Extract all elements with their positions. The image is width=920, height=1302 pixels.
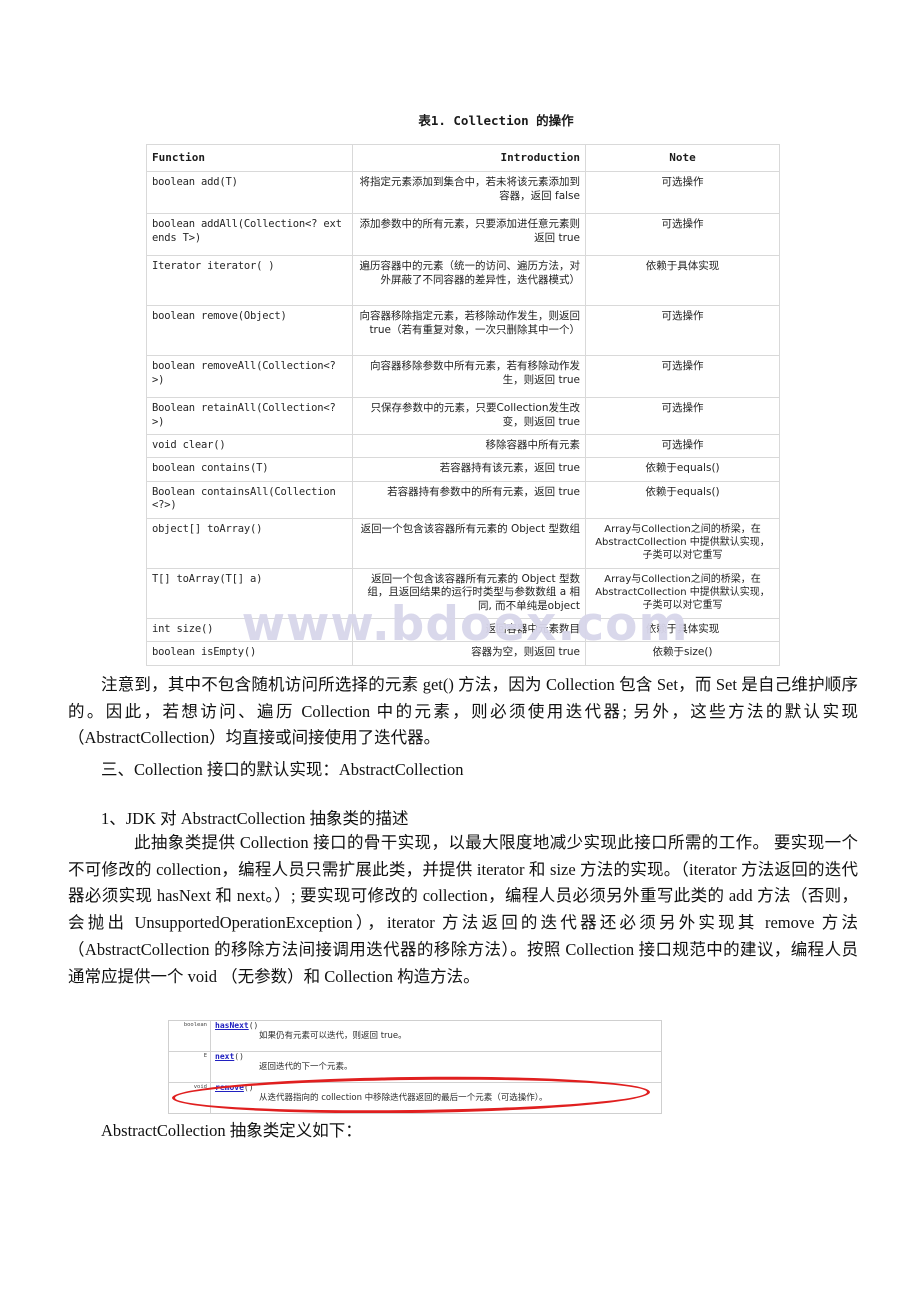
table-row: object[] toArray() 返回一个包含该容器所有元素的 Object… <box>146 517 780 569</box>
javadoc-method-name[interactable]: hasNext <box>215 1021 249 1030</box>
cell-introduction: 向容器移除参数中所有元素，若有移除动作发生，则返回 true <box>352 355 586 399</box>
cell-note: 可选操作 <box>585 355 780 399</box>
cell-note: Array与Collection之间的桥梁，在 AbstractCollecti… <box>585 567 780 620</box>
javadoc-method-name[interactable]: next <box>215 1052 234 1061</box>
cell-introduction: 返回一个包含该容器所有元素的 Object 型数组，且返回结果的运行时类型与参数… <box>352 567 586 620</box>
cell-note: 依赖于size() <box>585 641 780 666</box>
cell-note: 可选操作 <box>585 171 780 215</box>
cell-note: 可选操作 <box>585 397 780 435</box>
table-row: boolean isEmpty() 容器为空，则返回 true 依赖于size(… <box>146 641 780 666</box>
column-header-introduction: Introduction <box>352 143 586 173</box>
cell-function: Boolean containsAll(Collection<?>) <box>146 480 353 519</box>
javadoc-method-description: 如果仍有元素可以迭代，则返回 true。 <box>259 1030 407 1041</box>
table-row: void clear() 移除容器中所有元素 可选操作 <box>146 433 780 459</box>
cell-function: boolean contains(T) <box>146 457 353 482</box>
cell-function: void clear() <box>146 433 353 459</box>
table-row: Boolean retainAll(Collection<?>) 只保存参数中的… <box>146 397 780 435</box>
cell-note: 依赖于equals() <box>585 480 780 519</box>
javadoc-method-link[interactable]: next() <box>215 1052 661 1062</box>
table-caption: 表1. Collection 的操作 <box>418 113 574 128</box>
cell-introduction: 若容器持有该元素，返回 true <box>352 457 586 482</box>
table-row: boolean removeAll(Collection<?>) 向容器移除参数… <box>146 355 780 399</box>
paragraph-abstractcollection-definition-lead: AbstractCollection 抽象类定义如下： <box>101 1121 362 1140</box>
javadoc-return-type: boolean <box>169 1021 211 1051</box>
cell-function: int size() <box>146 618 353 643</box>
javadoc-method-parens: () <box>243 1083 254 1092</box>
cell-introduction: 遍历容器中的元素（统一的访问、遍历方法，对外屏蔽了不同容器的差异性，迭代器模式） <box>352 255 586 307</box>
heading-subsection-one: 1、JDK 对 AbstractCollection 抽象类的描述 <box>101 809 409 828</box>
cell-note: 依赖于具体实现 <box>585 255 780 307</box>
cell-function: Boolean retainAll(Collection<?>) <box>146 397 353 435</box>
javadoc-method-link[interactable]: remove() <box>215 1083 661 1093</box>
cell-function: T[] toArray(T[] a) <box>146 567 353 620</box>
cell-note: 可选操作 <box>585 213 780 257</box>
cell-function: boolean add(T) <box>146 171 353 215</box>
javadoc-row-hasnext: boolean hasNext() 如果仍有元素可以迭代，则返回 true。 <box>169 1021 661 1052</box>
heading-section-three: 三、Collection 接口的默认实现：AbstractCollection <box>101 760 464 779</box>
cell-note: Array与Collection之间的桥梁，在 AbstractCollecti… <box>585 517 780 569</box>
javadoc-row-body: hasNext() 如果仍有元素可以迭代，则返回 true。 <box>211 1021 661 1051</box>
document-page: 表1. Collection 的操作 Function Introduction… <box>0 0 920 1302</box>
javadoc-method-description: 从迭代器指向的 collection 中移除迭代器返回的最后一个元素（可选操作）… <box>259 1092 548 1103</box>
cell-introduction: 若容器持有参数中的所有元素，返回 true <box>352 480 586 519</box>
cell-function: boolean isEmpty() <box>146 641 353 666</box>
table-row: T[] toArray(T[] a) 返回一个包含该容器所有元素的 Object… <box>146 567 780 620</box>
javadoc-method-description: 返回迭代的下一个元素。 <box>259 1061 353 1072</box>
table-row: Iterator iterator( ) 遍历容器中的元素（统一的访问、遍历方法… <box>146 255 780 307</box>
paragraph-abstractcollection-description: 此抽象类提供 Collection 接口的骨干实现，以最大限度地减少实现此接口所… <box>68 833 858 986</box>
cell-function: boolean addAll(Collection<? extends T>) <box>146 213 353 257</box>
table-row: int size() 返回容器中元素数目 依赖于具体实现 <box>146 618 780 643</box>
cell-introduction: 只保存参数中的元素，只要Collection发生改变，则返回 true <box>352 397 586 435</box>
cell-note: 可选操作 <box>585 433 780 459</box>
cell-function: boolean remove(Object) <box>146 305 353 357</box>
cell-introduction: 返回容器中元素数目 <box>352 618 586 643</box>
table-row: boolean addAll(Collection<? extends T>) … <box>146 213 780 257</box>
paragraph-collection-note: 注意到，其中不包含随机访问所选择的元素 get() 方法，因为 Collecti… <box>68 675 858 748</box>
cell-introduction: 返回一个包含该容器所有元素的 Object 型数组 <box>352 517 586 569</box>
javadoc-row-body: remove() 从迭代器指向的 collection 中移除迭代器返回的最后一… <box>211 1083 661 1113</box>
table-row: boolean remove(Object) 向容器移除指定元素，若移除动作发生… <box>146 305 780 357</box>
table-row: boolean contains(T) 若容器持有该元素，返回 true 依赖于… <box>146 457 780 482</box>
column-header-function: Function <box>146 143 353 173</box>
javadoc-return-type: E <box>169 1052 211 1082</box>
cell-function: boolean removeAll(Collection<?>) <box>146 355 353 399</box>
javadoc-method-parens: () <box>248 1021 259 1030</box>
collection-operations-table: Function Introduction Note boolean add(T… <box>146 143 780 666</box>
javadoc-iterator-screenshot: boolean hasNext() 如果仍有元素可以迭代，则返回 true。 E… <box>168 1020 662 1114</box>
table-header-row: Function Introduction Note <box>146 143 780 173</box>
cell-introduction: 移除容器中所有元素 <box>352 433 586 459</box>
javadoc-row-body: next() 返回迭代的下一个元素。 <box>211 1052 661 1082</box>
cell-introduction: 容器为空，则返回 true <box>352 641 586 666</box>
javadoc-return-type: void <box>169 1083 211 1113</box>
cell-function: Iterator iterator( ) <box>146 255 353 307</box>
table-row: boolean add(T) 将指定元素添加到集合中，若未将该元素添加到容器，返… <box>146 171 780 215</box>
cell-function: object[] toArray() <box>146 517 353 569</box>
cell-note: 依赖于具体实现 <box>585 618 780 643</box>
javadoc-row-next: E next() 返回迭代的下一个元素。 <box>169 1052 661 1083</box>
cell-note: 可选操作 <box>585 305 780 357</box>
table-row: Boolean containsAll(Collection<?>) 若容器持有… <box>146 480 780 519</box>
javadoc-method-link[interactable]: hasNext() <box>215 1021 661 1031</box>
javadoc-method-parens: () <box>234 1052 244 1061</box>
column-header-note: Note <box>585 143 780 173</box>
cell-note: 依赖于equals() <box>585 457 780 482</box>
cell-introduction: 向容器移除指定元素，若移除动作发生，则返回 true（若有重复对象，一次只删除其… <box>352 305 586 357</box>
javadoc-row-remove: void remove() 从迭代器指向的 collection 中移除迭代器返… <box>169 1083 661 1113</box>
cell-introduction: 添加参数中的所有元素，只要添加进任意元素则返回 true <box>352 213 586 257</box>
cell-introduction: 将指定元素添加到集合中，若未将该元素添加到容器，返回 false <box>352 171 586 215</box>
javadoc-method-name[interactable]: remove <box>215 1083 244 1092</box>
